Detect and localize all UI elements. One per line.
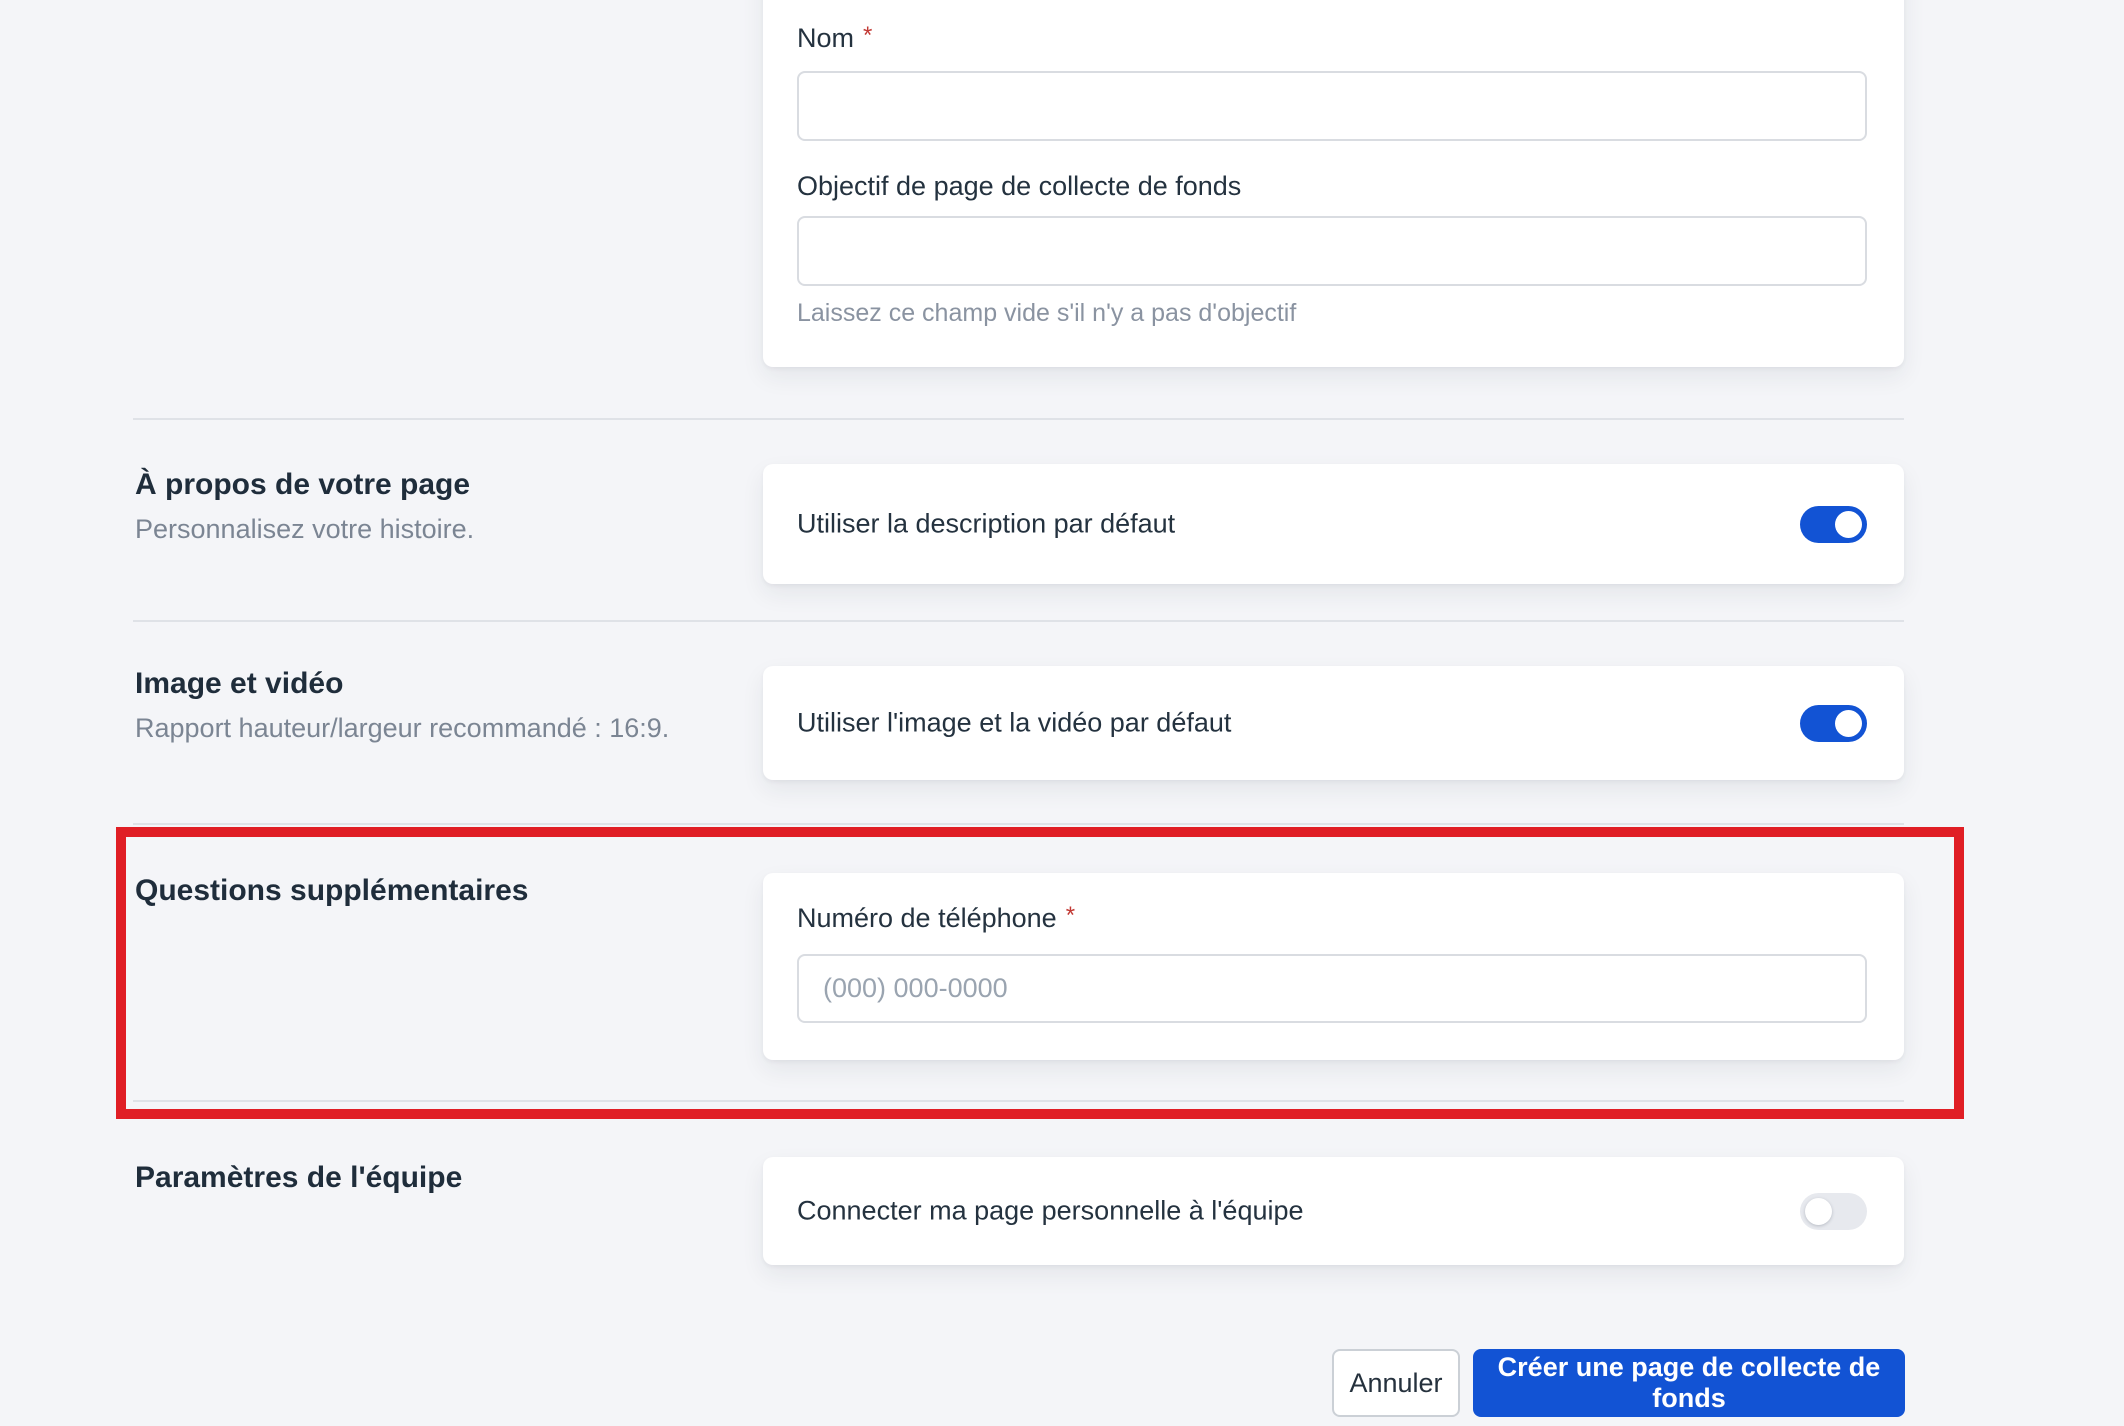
section-subtitle-about: Personnalisez votre histoire. [135,514,475,544]
goal-input[interactable] [797,216,1867,286]
create-fundraising-page-button[interactable]: Créer une page de collecte de fonds [1473,1349,1905,1417]
section-divider [133,1100,1904,1102]
default-media-toggle[interactable] [1800,705,1867,742]
team-connect-label: Connecter ma page personnelle à l'équipe [797,1195,1304,1226]
default-description-toggle[interactable] [1800,506,1867,543]
toggle-knob [1835,511,1862,538]
toggle-knob [1835,710,1862,737]
required-asterisk: * [863,22,873,49]
phone-question-card: Numéro de téléphone * [763,873,1904,1060]
required-asterisk: * [1065,902,1076,929]
page-details-card: Nom * Objectif de page de collecte de fon… [763,0,1904,367]
section-divider [133,620,1904,622]
goal-field-label: Objectif de page de collecte de fonds [797,168,1241,204]
goal-helper-text: Laissez ce champ vide s'il n'y a pas d'o… [797,299,1297,327]
default-media-label: Utiliser l'image et la vidéo par défaut [797,707,1232,738]
phone-input[interactable] [797,954,1867,1023]
section-divider [133,823,1904,825]
default-media-card: Utiliser l'image et la vidéo par défaut [763,666,1904,780]
section-subtitle-media: Rapport hauteur/largeur recommandé : 16:… [135,713,670,743]
phone-field-label: Numéro de téléphone * [797,900,1075,938]
team-connect-toggle[interactable] [1800,1193,1867,1230]
name-input[interactable] [797,71,1867,141]
section-divider [133,418,1904,420]
default-description-label: Utiliser la description par défaut [797,508,1176,539]
name-field-label-text: Nom [797,23,855,53]
toggle-knob [1805,1198,1832,1225]
default-description-card: Utiliser la description par défaut [763,464,1904,584]
section-title-media: Image et vidéo [135,667,344,700]
name-field-label: Nom * [797,20,872,58]
goal-field-label-text: Objectif de page de collecte de fonds [797,171,1242,201]
section-title-questions: Questions supplémentaires [135,874,529,907]
section-title-team: Paramètres de l'équipe [135,1161,463,1194]
phone-field-label-text: Numéro de téléphone [797,903,1057,933]
cancel-button[interactable]: Annuler [1332,1349,1460,1417]
team-connect-card: Connecter ma page personnelle à l'équipe [763,1157,1904,1265]
section-title-about: À propos de votre page [135,468,471,501]
fundraiser-create-page: { "colors": { "page_bg": "#f4f5f8", "acc… [0,0,2124,1426]
